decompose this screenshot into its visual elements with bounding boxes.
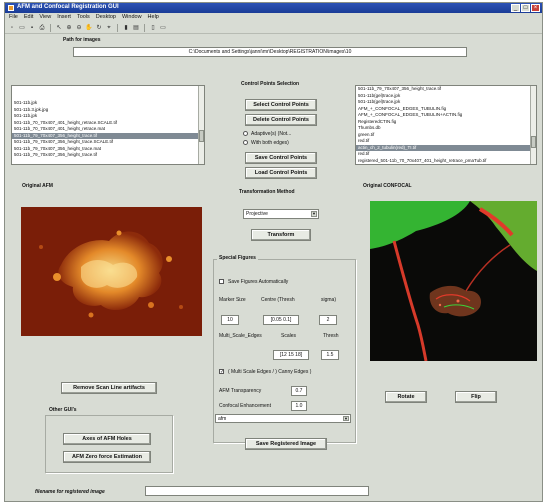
window-title: AFM and Confocal Registration GUI — [17, 4, 119, 10]
open-folder-icon[interactable]: ▭ — [18, 24, 26, 32]
transformation-method-select[interactable]: Projective ▼ — [243, 209, 319, 219]
title-bar: AFM and Confocal Registration GUI _ □ × — [5, 3, 542, 13]
chevron-down-icon: ▼ — [343, 416, 349, 421]
toolbar: ▫ ▭ ▪ ⎙ ↖ ⊕ ⊖ ✋ ↻ ⌖ ▮ ▤ ▯ ▭ — [5, 23, 542, 34]
afm-image — [21, 207, 202, 336]
confocal-enhancement-input[interactable]: 1.0 — [291, 401, 307, 411]
show-plot-tools-icon[interactable]: ▭ — [159, 24, 167, 32]
scrollbar-thumb[interactable] — [531, 136, 536, 148]
overlay-select-value: afm — [218, 415, 227, 422]
filename-input[interactable] — [145, 486, 369, 496]
confocal-image — [370, 201, 537, 361]
save-icon[interactable]: ▪ — [28, 24, 36, 32]
transformation-method-value: Projective — [246, 211, 268, 217]
pointer-icon[interactable]: ↖ — [55, 24, 63, 32]
scales-input[interactable]: [12 15 18] — [273, 350, 309, 360]
special-figures-label: Special Figures — [217, 255, 258, 261]
confocal-enhancement-label: Confocal Enhancement — [219, 403, 271, 409]
adaptive-radio-label: Adaptive(s) (Not... — [251, 131, 292, 137]
adaptive-radio[interactable] — [243, 131, 248, 136]
matlab-app-icon — [8, 5, 14, 11]
path-input[interactable]: C:\Documents and Settings\janni\mr\Deskt… — [73, 47, 467, 57]
afm-zero-force-button[interactable]: AFM Zero force Estimation — [63, 451, 151, 463]
menu-window[interactable]: Window — [122, 14, 142, 22]
menu-tools[interactable]: Tools — [77, 14, 90, 22]
window-controls: _ □ × — [511, 4, 540, 12]
remove-scan-line-button[interactable]: Remove Scan Line artifacts — [61, 382, 157, 394]
with-edges-radio[interactable] — [243, 140, 248, 145]
menu-edit[interactable]: Edit — [24, 14, 33, 22]
confocal-image-graphic — [370, 201, 537, 361]
multi-scale-edges-label: Multi_Scale_Edges — [219, 333, 262, 339]
transformation-method-label: Transformation Method — [239, 189, 295, 195]
rotate-button[interactable]: Rotate — [385, 391, 427, 403]
save-registered-image-button[interactable]: Save Registered Image — [245, 438, 327, 450]
list-item[interactable]: 501-11b_79_70x407_356_height_trace.tif — [12, 152, 204, 159]
toolbar-separator — [117, 24, 118, 32]
rotate-icon[interactable]: ↻ — [95, 24, 103, 32]
original-afm-label: Original AFM — [22, 183, 53, 189]
chevron-down-icon: ▼ — [311, 211, 317, 217]
legend-icon[interactable]: ▤ — [132, 24, 140, 32]
afm-transparency-input[interactable]: 0.7 — [291, 386, 307, 396]
colorbar-icon[interactable]: ▮ — [122, 24, 130, 32]
filename-label: filename for registered image — [35, 489, 105, 495]
with-edges-radio-label: With both edges) — [251, 140, 289, 146]
menu-view[interactable]: View — [39, 14, 51, 22]
transform-button[interactable]: Transform — [251, 229, 311, 241]
control-points-label: Control Points Selection — [241, 81, 300, 87]
path-label: Path for images — [63, 37, 101, 43]
menu-file[interactable]: File — [9, 14, 18, 22]
sigma-input[interactable]: 2 — [319, 315, 337, 325]
delete-control-points-button[interactable]: Delete Control Points — [245, 114, 317, 126]
load-control-points-button[interactable]: Load Control Points — [245, 167, 317, 179]
maximize-button[interactable]: □ — [521, 4, 530, 12]
vertical-scrollbar[interactable] — [198, 86, 204, 164]
centre-thresh-input[interactable]: [0.05 0.1] — [263, 315, 299, 325]
menu-desktop[interactable]: Desktop — [96, 14, 116, 22]
thresh-label: Thresh — [323, 333, 339, 339]
afm-transparency-label: AFM Transparency — [219, 388, 262, 394]
new-file-icon[interactable]: ▫ — [8, 24, 16, 32]
scales-label: Scales — [281, 333, 297, 339]
sigma-label: sigma) — [321, 297, 337, 303]
hide-plot-tools-icon[interactable]: ▯ — [149, 24, 157, 32]
confocal-file-list[interactable]: 501-11b_79_70x407_356_height_trace.tif 5… — [355, 85, 537, 165]
minimize-button[interactable]: _ — [511, 4, 520, 12]
axes-of-afm-holes-button[interactable]: Axes of AFM Holes — [63, 433, 151, 445]
multi-scale-edges-checkbox[interactable]: ✓ — [219, 369, 224, 375]
close-button[interactable]: × — [531, 4, 540, 12]
menu-bar: File Edit View Insert Tools Desktop Wind… — [5, 14, 542, 22]
afm-file-list[interactable]: 501-11b.jpk 501-11b.3.jpk.jpg 501-11b.jp… — [11, 85, 205, 165]
vertical-scrollbar[interactable] — [530, 86, 536, 164]
list-item[interactable]: registered_501-11b_70_70x407_401_height_… — [356, 158, 536, 165]
pan-icon[interactable]: ✋ — [85, 24, 93, 32]
app-window: AFM and Confocal Registration GUI _ □ × … — [4, 2, 543, 502]
thresh-input[interactable]: 1.5 — [321, 350, 339, 360]
save-control-points-button[interactable]: Save Control Points — [245, 152, 317, 164]
toolbar-separator — [144, 24, 145, 32]
save-figures-label: Save Figures Automatically — [228, 279, 289, 285]
afm-image-graphic — [21, 207, 202, 336]
centre-thresh-label: Centre (Thresh — [261, 297, 295, 303]
menu-insert[interactable]: Insert — [57, 14, 71, 22]
original-confocal-label: Original CONFOCAL — [363, 183, 412, 189]
scrollbar-thumb[interactable] — [199, 130, 204, 142]
save-figures-checkbox[interactable] — [219, 279, 224, 284]
overlay-select[interactable]: afm ▼ — [215, 414, 351, 423]
other-guis-label: Other GUI's — [47, 407, 79, 413]
marker-size-label: Marker Size — [219, 297, 246, 303]
multi-scale-edges-check-label: ( Multi Scale Edges / ) Canny Edges ) — [228, 369, 312, 375]
toolbar-separator — [50, 24, 51, 32]
zoom-in-icon[interactable]: ⊕ — [65, 24, 73, 32]
flip-button[interactable]: Flip — [455, 391, 497, 403]
select-control-points-button[interactable]: Select Control Points — [245, 99, 317, 111]
zoom-out-icon[interactable]: ⊖ — [75, 24, 83, 32]
print-icon[interactable]: ⎙ — [38, 24, 46, 32]
menu-help[interactable]: Help — [148, 14, 159, 22]
data-cursor-icon[interactable]: ⌖ — [105, 24, 113, 32]
marker-size-input[interactable]: 10 — [221, 315, 239, 325]
